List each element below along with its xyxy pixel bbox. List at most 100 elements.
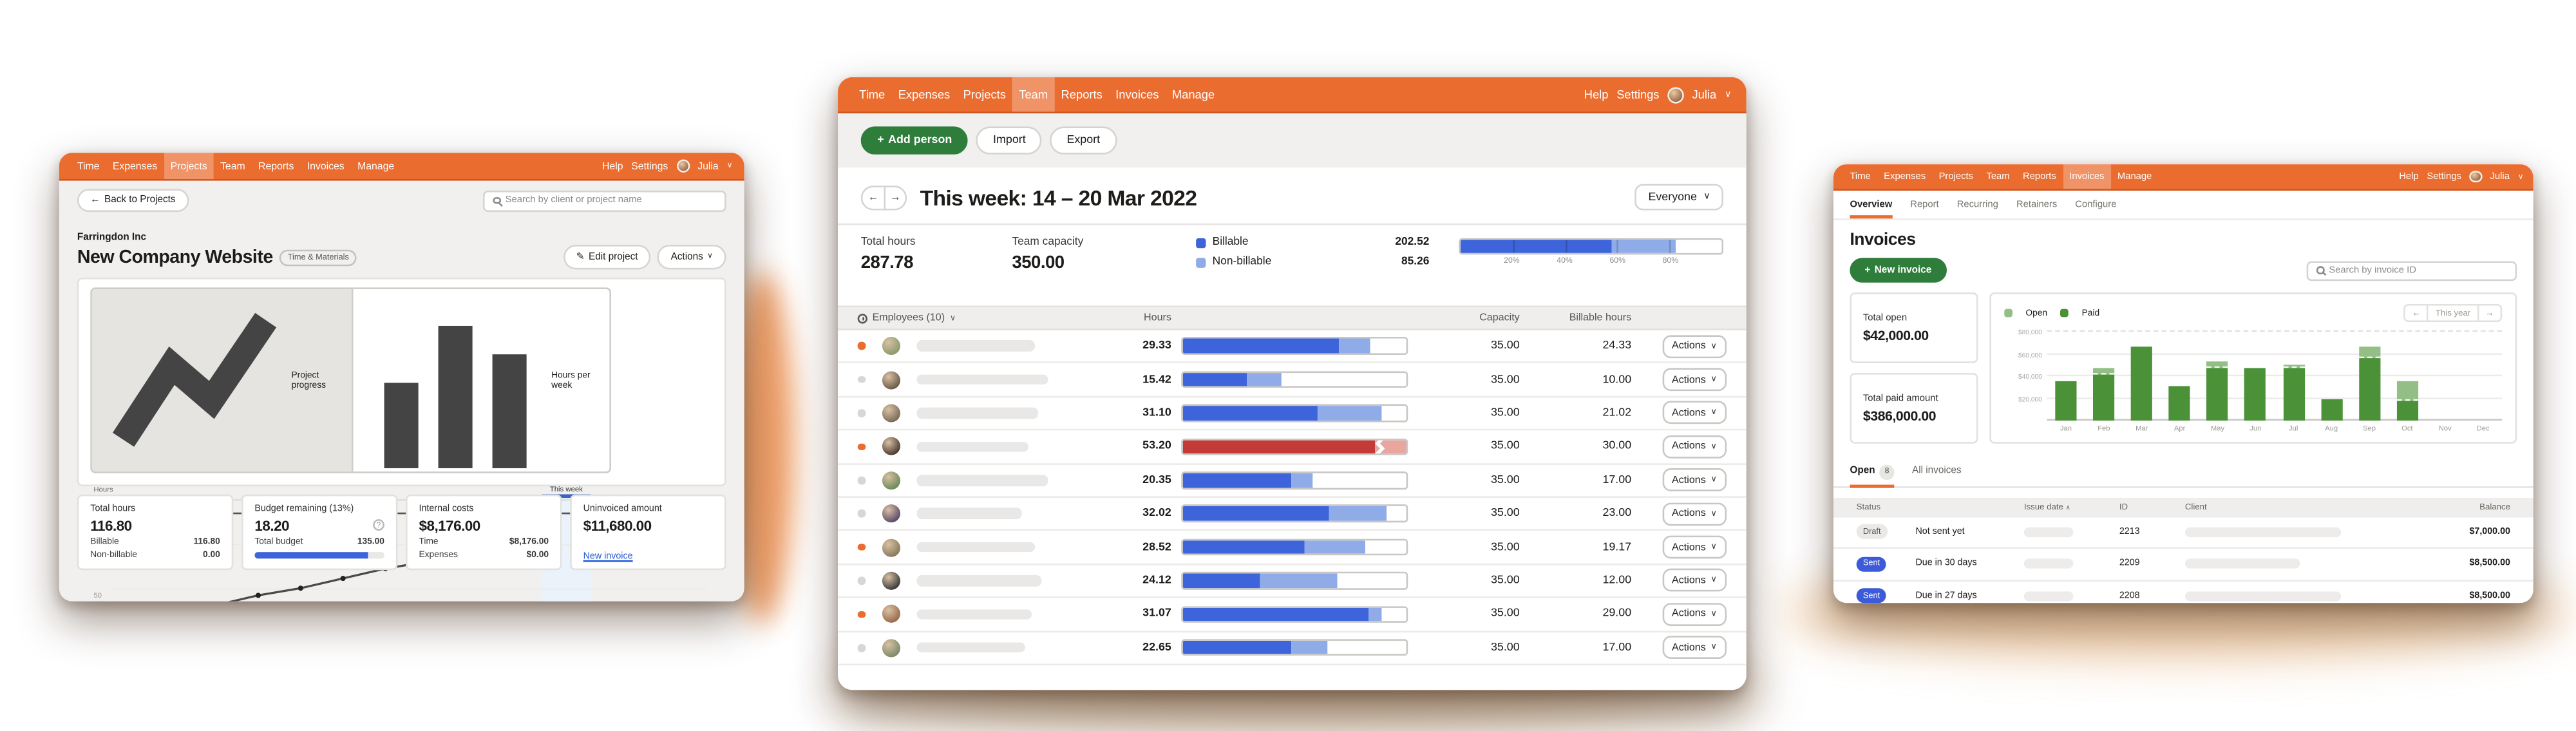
add-person-button[interactable]: + Add person (861, 126, 969, 154)
search-input[interactable] (506, 196, 717, 205)
next-week-button[interactable]: → (884, 187, 905, 208)
nav-item-reports[interactable]: Reports (1054, 77, 1109, 112)
invoice-id: 2208 (2119, 591, 2175, 601)
user-name[interactable]: Julia (697, 160, 718, 172)
user-avatar[interactable] (2470, 171, 2482, 183)
team-row: 20.35 35.00 17.00 Actions ∨ (838, 464, 1747, 498)
invoice-balance: $8,500.00 (2382, 559, 2510, 569)
nav-item-projects[interactable]: Projects (1932, 164, 1980, 189)
previous-year-button[interactable]: ← (2405, 305, 2427, 320)
svg-text:Hours: Hours (93, 485, 113, 493)
user-name[interactable]: Julia (2490, 172, 2510, 182)
chevron-down-icon: ∨ (726, 161, 732, 171)
nav-item-invoices[interactable]: Invoices (301, 153, 351, 179)
svg-text:50: 50 (93, 591, 102, 599)
row-actions-dropdown[interactable]: Actions ∨ (1662, 402, 1727, 425)
actions-dropdown[interactable]: Actions ∨ (658, 245, 726, 269)
window-project-detail: TimeExpensesProjectsTeamReportsInvoicesM… (59, 153, 744, 601)
invoice-row[interactable]: Sent Due in 27 days 2208 $8,500.00 (1833, 581, 2533, 603)
week-header: ← → This week: 14 – 20 Mar 2022 Everyone… (838, 167, 1747, 223)
row-actions-dropdown[interactable]: Actions ∨ (1662, 636, 1727, 660)
stat-total-open: Total open $42,000.00 (1850, 292, 1978, 363)
nav-item-team[interactable]: Team (1980, 164, 2016, 189)
tab-all-invoices[interactable]: All invoices (1912, 465, 1962, 486)
settings-link[interactable]: Settings (1616, 87, 1659, 102)
chevron-down-icon: ∨ (1710, 475, 1716, 485)
nav-item-time[interactable]: Time (853, 77, 892, 112)
sort-issue-date[interactable]: Issue date ∧ (2024, 502, 2110, 511)
subtab-retainers[interactable]: Retainers (2016, 191, 2057, 218)
project-progress-card: Project progress Hours per week This wee… (77, 278, 726, 486)
nav-item-manage[interactable]: Manage (351, 153, 401, 179)
nav-item-reports[interactable]: Reports (252, 153, 301, 179)
employee-avatar (882, 370, 900, 388)
nav-item-expenses[interactable]: Expenses (891, 77, 956, 112)
nav-item-projects[interactable]: Projects (956, 77, 1012, 112)
nav-item-time[interactable]: Time (71, 153, 106, 179)
subtab-report[interactable]: Report (1910, 191, 1938, 218)
new-invoice-button[interactable]: + New invoice (1850, 258, 1946, 283)
tab-open-invoices[interactable]: Open 8 (1850, 465, 1893, 486)
nav-item-projects[interactable]: Projects (164, 153, 213, 179)
subtab-configure[interactable]: Configure (2075, 191, 2116, 218)
nav-item-time[interactable]: Time (1843, 164, 1877, 189)
tab-project-progress[interactable]: Project progress (92, 289, 351, 471)
employee-name-placeholder (916, 341, 1035, 352)
nav-item-expenses[interactable]: Expenses (1877, 164, 1932, 189)
nav-item-manage[interactable]: Manage (2111, 164, 2159, 189)
invoice-row[interactable]: Sent Due in 30 days 2209 $8,500.00 (1833, 549, 2533, 581)
tab-hours-per-week[interactable]: Hours per week (351, 289, 609, 471)
subtab-overview[interactable]: Overview (1850, 191, 1892, 218)
help-link[interactable]: Help (1584, 87, 1609, 102)
back-to-projects-button[interactable]: ← Back to Projects (77, 189, 189, 212)
search-input[interactable] (2329, 265, 2507, 275)
invoice-due-text: Not sent yet (1915, 527, 2014, 536)
previous-week-button[interactable]: ← (862, 187, 884, 208)
nav-item-invoices[interactable]: Invoices (2063, 164, 2111, 189)
team-table-body: 29.33 35.00 24.33 Actions ∨ 15.42 35.00 … (838, 330, 1747, 665)
row-actions-dropdown[interactable]: Actions ∨ (1662, 603, 1727, 626)
user-name[interactable]: Julia (1692, 87, 1717, 102)
help-link[interactable]: Help (602, 160, 623, 172)
nav-item-invoices[interactable]: Invoices (1109, 77, 1166, 112)
hours-bar (1181, 404, 1408, 422)
row-actions-dropdown[interactable]: Actions ∨ (1662, 569, 1727, 593)
nav-item-expenses[interactable]: Expenses (106, 153, 164, 179)
inactive-status-dot (858, 477, 866, 484)
chevron-down-icon: ∨ (1710, 375, 1716, 384)
employees-sort-dropdown[interactable]: Employees (10) ∨ (858, 312, 1096, 324)
new-invoice-link[interactable]: New invoice (583, 552, 633, 562)
next-year-button[interactable]: → (2477, 305, 2500, 320)
row-actions-dropdown[interactable]: Actions ∨ (1662, 536, 1727, 559)
row-actions-dropdown[interactable]: Actions ∨ (1662, 502, 1727, 526)
capacity-summary: Total hours 287.78 Team capacity 350.00 … (838, 225, 1747, 285)
row-actions-dropdown[interactable]: Actions ∨ (1662, 335, 1727, 358)
nav-item-reports[interactable]: Reports (2016, 164, 2063, 189)
nav-item-manage[interactable]: Manage (1166, 77, 1222, 112)
export-button[interactable]: Export (1050, 126, 1117, 154)
pencil-icon: ✎ (576, 251, 585, 263)
row-actions-dropdown[interactable]: Actions ∨ (1662, 435, 1727, 459)
help-link[interactable]: Help (2399, 172, 2418, 182)
subtab-recurring[interactable]: Recurring (1957, 191, 1998, 218)
nav-item-team[interactable]: Team (214, 153, 252, 179)
user-avatar[interactable] (1667, 86, 1684, 103)
help-icon[interactable]: ? (373, 519, 384, 531)
employee-avatar (882, 538, 900, 556)
invoice-row[interactable]: Draft Not sent yet 2213 $7,000.00 (1833, 517, 2533, 549)
invoice-bar-jan (2055, 382, 2076, 421)
row-actions-dropdown[interactable]: Actions ∨ (1662, 368, 1727, 392)
row-actions-dropdown[interactable]: Actions ∨ (1662, 469, 1727, 492)
team-row: 31.10 35.00 21.02 Actions ∨ (838, 397, 1747, 431)
employee-avatar (882, 404, 900, 422)
settings-link[interactable]: Settings (631, 160, 668, 172)
nav-item-team[interactable]: Team (1012, 77, 1054, 112)
import-button[interactable]: Import (977, 126, 1043, 154)
user-avatar[interactable] (676, 159, 689, 172)
settings-link[interactable]: Settings (2427, 172, 2461, 182)
hours-value: 32.02 (1106, 508, 1171, 520)
edit-project-button[interactable]: ✎ Edit project (563, 245, 651, 269)
invoice-bar-apr (2169, 386, 2190, 421)
everyone-filter-dropdown[interactable]: Everyone ∨ (1635, 184, 1723, 211)
team-row: 24.12 35.00 12.00 Actions ∨ (838, 565, 1747, 598)
